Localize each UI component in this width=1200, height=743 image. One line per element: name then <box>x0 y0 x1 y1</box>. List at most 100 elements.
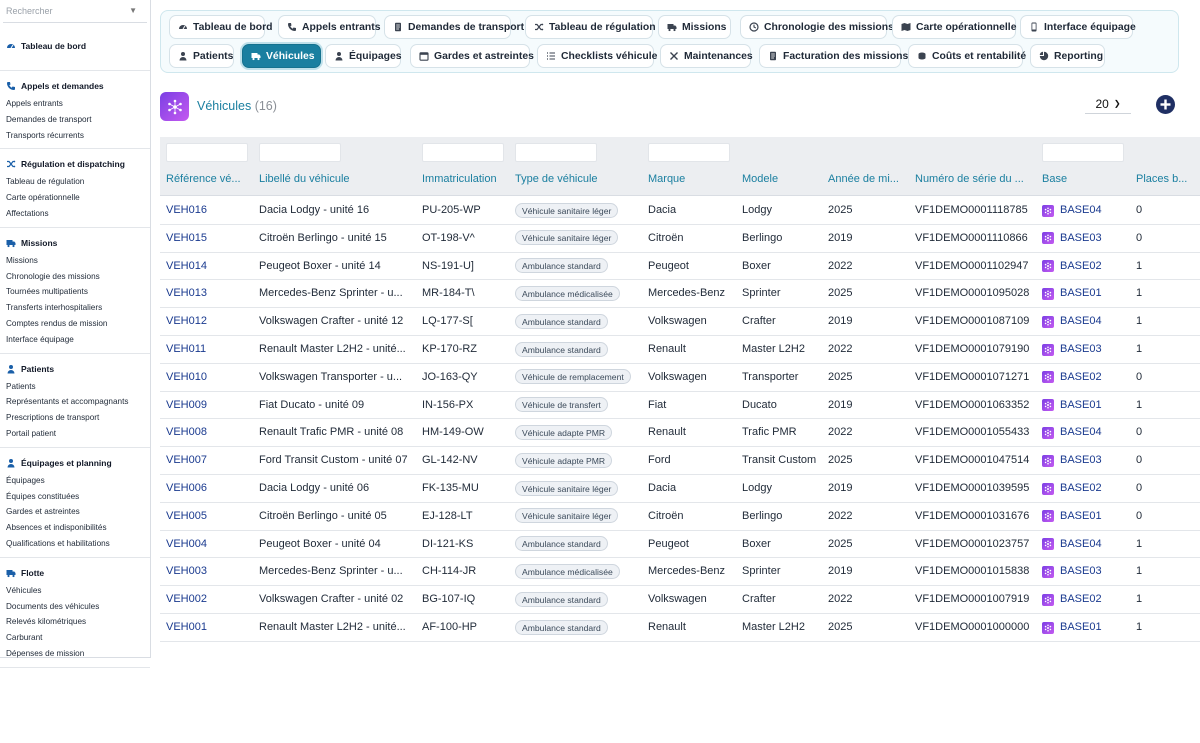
sidebar-item[interactable]: Prescriptions de transport <box>0 410 150 426</box>
base-link[interactable]: BASE01 <box>1042 503 1128 530</box>
base-link[interactable]: BASE04 <box>1042 419 1128 446</box>
base-link[interactable]: BASE02 <box>1042 586 1128 613</box>
column-header[interactable]: Année de mi... <box>828 173 908 185</box>
table-row[interactable]: VEH012 Volkswagen Crafter - unité 12 LQ-17… <box>160 308 1200 336</box>
vehicle-reference-link[interactable]: VEH011 <box>166 336 246 363</box>
tab-interface-quipage[interactable]: Interface équipage <box>1020 15 1136 39</box>
table-row[interactable]: VEH004 Peugeot Boxer - unité 04 DI-121-KS A… <box>160 531 1200 559</box>
vehicle-reference-link[interactable]: VEH004 <box>166 531 246 558</box>
sidebar-item[interactable]: Chronologie des missions <box>0 269 150 285</box>
base-link[interactable]: BASE03 <box>1042 225 1128 252</box>
sidebar-section-title[interactable]: Régulation et dispatching <box>0 157 150 171</box>
vehicle-reference-link[interactable]: VEH016 <box>166 197 246 224</box>
vehicle-reference-link[interactable]: VEH006 <box>166 475 246 502</box>
tab-tableau-de-bord[interactable]: Tableau de bord <box>169 15 272 39</box>
sidebar-item[interactable]: Équipages <box>0 473 150 489</box>
column-header[interactable]: Libellé du véhicule <box>259 173 411 185</box>
tab-co-ts-et-rentabilit-[interactable]: Coûts et rentabilité <box>908 44 1026 68</box>
column-header[interactable]: Modele <box>742 173 822 185</box>
add-vehicle-button[interactable] <box>1156 95 1175 114</box>
base-link[interactable]: BASE04 <box>1042 308 1128 335</box>
sidebar-section-title[interactable]: Flotte <box>0 566 150 580</box>
table-row[interactable]: VEH014 Peugeot Boxer - unité 14 NS-191-U] A… <box>160 253 1200 281</box>
column-filter-input[interactable] <box>1042 143 1124 162</box>
vehicle-reference-link[interactable]: VEH001 <box>166 614 246 641</box>
base-link[interactable]: BASE01 <box>1042 614 1128 641</box>
chevron-down-icon[interactable]: ▼ <box>129 6 137 15</box>
column-filter-input[interactable] <box>422 143 504 162</box>
column-header[interactable]: Numéro de série du ... <box>915 173 1035 185</box>
vehicle-reference-link[interactable]: VEH005 <box>166 503 246 530</box>
table-row[interactable]: VEH011 Renault Master L2H2 - unité... KP-1… <box>160 336 1200 364</box>
base-link[interactable]: BASE02 <box>1042 253 1128 280</box>
column-filter-input[interactable] <box>515 143 597 162</box>
tab-v-hicules[interactable]: Véhicules <box>242 44 321 68</box>
sidebar-item[interactable]: Transports récurrents <box>0 128 150 144</box>
sidebar-item[interactable]: Demandes de transport <box>0 112 150 128</box>
sidebar-item[interactable]: Absences et indisponibilités <box>0 520 150 536</box>
sidebar-section-title[interactable]: Missions <box>0 236 150 250</box>
column-header[interactable]: Base <box>1042 173 1128 185</box>
vehicle-reference-link[interactable]: VEH014 <box>166 253 246 280</box>
table-row[interactable]: VEH006 Dacia Lodgy - unité 06 FK-135-MU Véh… <box>160 475 1200 503</box>
sidebar-section-title[interactable]: Appels et demandes <box>0 79 150 93</box>
column-header[interactable]: Type de véhicule <box>515 173 641 185</box>
sidebar-item[interactable]: Carte opérationnelle <box>0 190 150 206</box>
sidebar-section-title[interactable]: Tableau de bord <box>0 39 150 53</box>
sidebar-item[interactable]: Appels entrants <box>0 96 150 112</box>
tab-chronologie-des-missions[interactable]: Chronologie des missions <box>740 15 894 39</box>
sidebar-item[interactable]: Missions <box>0 253 150 269</box>
tab--quipages[interactable]: Équipages <box>325 44 402 68</box>
tab-reporting[interactable]: Reporting <box>1030 44 1105 68</box>
base-link[interactable]: BASE03 <box>1042 447 1128 474</box>
sidebar-section-title[interactable]: Patients <box>0 362 150 376</box>
base-link[interactable]: BASE04 <box>1042 197 1128 224</box>
base-link[interactable]: BASE03 <box>1042 558 1128 585</box>
sidebar-item[interactable]: Transferts interhospitaliers <box>0 300 150 316</box>
sidebar-item[interactable]: Représentants et accompagnants <box>0 394 150 410</box>
tab-gardes-et-astreintes[interactable]: Gardes et astreintes <box>410 44 534 68</box>
vehicle-reference-link[interactable]: VEH009 <box>166 392 246 419</box>
table-row[interactable]: VEH002 Volkswagen Crafter - unité 02 BG-10… <box>160 586 1200 614</box>
vehicle-reference-link[interactable]: VEH002 <box>166 586 246 613</box>
base-link[interactable]: BASE01 <box>1042 280 1128 307</box>
tab-checklists-v-hicule[interactable]: Checklists véhicule <box>537 44 657 68</box>
table-row[interactable]: VEH015 Citroën Berlingo - unité 15 OT-198-… <box>160 225 1200 253</box>
vehicle-reference-link[interactable]: VEH013 <box>166 280 246 307</box>
sidebar-item[interactable]: Interface équipage <box>0 332 150 348</box>
search-input[interactable] <box>3 1 123 21</box>
tab-carte-op-rationnelle[interactable]: Carte opérationnelle <box>892 15 1016 39</box>
column-filter-input[interactable] <box>259 143 341 162</box>
table-row[interactable]: VEH007 Ford Transit Custom - unité 07 GL-1… <box>160 447 1200 475</box>
table-row[interactable]: VEH005 Citroën Berlingo - unité 05 EJ-128-… <box>160 503 1200 531</box>
vehicle-reference-link[interactable]: VEH012 <box>166 308 246 335</box>
tab-facturation-des-missions[interactable]: Facturation des missions <box>759 44 908 68</box>
sidebar-item[interactable]: Tableau de régulation <box>0 174 150 190</box>
table-row[interactable]: VEH003 Mercedes-Benz Sprinter - u... CH-11… <box>160 558 1200 587</box>
column-header[interactable]: Référence vé... <box>166 173 246 185</box>
sidebar-item[interactable]: Carburant <box>0 630 150 646</box>
base-link[interactable]: BASE04 <box>1042 531 1128 558</box>
sidebar-item[interactable]: Gardes et astreintes <box>0 504 150 520</box>
column-header[interactable]: Places b... <box>1136 173 1200 185</box>
table-row[interactable]: VEH010 Volkswagen Transporter - u... JO-16… <box>160 364 1200 392</box>
base-link[interactable]: BASE02 <box>1042 364 1128 391</box>
sidebar-section-title[interactable]: Équipages et planning <box>0 456 150 470</box>
table-row[interactable]: VEH008 Renault Trafic PMR - unité 08 HM-14… <box>160 419 1200 448</box>
sidebar-item[interactable]: Documents des véhicules <box>0 599 150 615</box>
vehicle-reference-link[interactable]: VEH008 <box>166 419 246 446</box>
sidebar-item[interactable]: Portail patient <box>0 426 150 442</box>
sidebar-item[interactable]: Patients <box>0 379 150 395</box>
tab-appels-entrants[interactable]: Appels entrants <box>278 15 381 39</box>
vehicle-reference-link[interactable]: VEH007 <box>166 447 246 474</box>
sidebar-item[interactable]: Équipes constituées <box>0 489 150 505</box>
table-row[interactable]: VEH001 Renault Master L2H2 - unité... AF-1… <box>160 614 1200 642</box>
page-size-select[interactable]: 20 ❯ <box>1085 94 1131 114</box>
column-filter-input[interactable] <box>648 143 730 162</box>
column-header[interactable]: Marque <box>648 173 736 185</box>
tab-maintenances[interactable]: Maintenances <box>660 44 753 68</box>
table-row[interactable]: VEH016 Dacia Lodgy - unité 16 PU-205-WP Véh… <box>160 197 1200 225</box>
vehicle-reference-link[interactable]: VEH003 <box>166 558 246 585</box>
tab-demandes-de-transport[interactable]: Demandes de transport <box>384 15 524 39</box>
column-header[interactable]: Immatriculation <box>422 173 508 185</box>
